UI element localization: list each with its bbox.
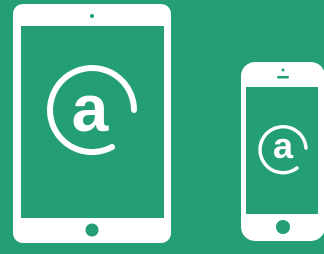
phone-home-button <box>276 220 290 234</box>
devices-illustration: a a <box>13 4 324 243</box>
tablet-device: a <box>13 4 171 243</box>
tablet-home-button <box>85 223 99 237</box>
svg-text:a: a <box>273 125 294 166</box>
illustration-canvas: a a <box>0 0 324 254</box>
phone-device: a <box>241 62 324 241</box>
svg-text:a: a <box>72 71 110 145</box>
phone-speaker-slot <box>277 76 289 79</box>
phone-camera-dot <box>281 68 285 72</box>
tablet-camera-dot <box>90 14 94 18</box>
